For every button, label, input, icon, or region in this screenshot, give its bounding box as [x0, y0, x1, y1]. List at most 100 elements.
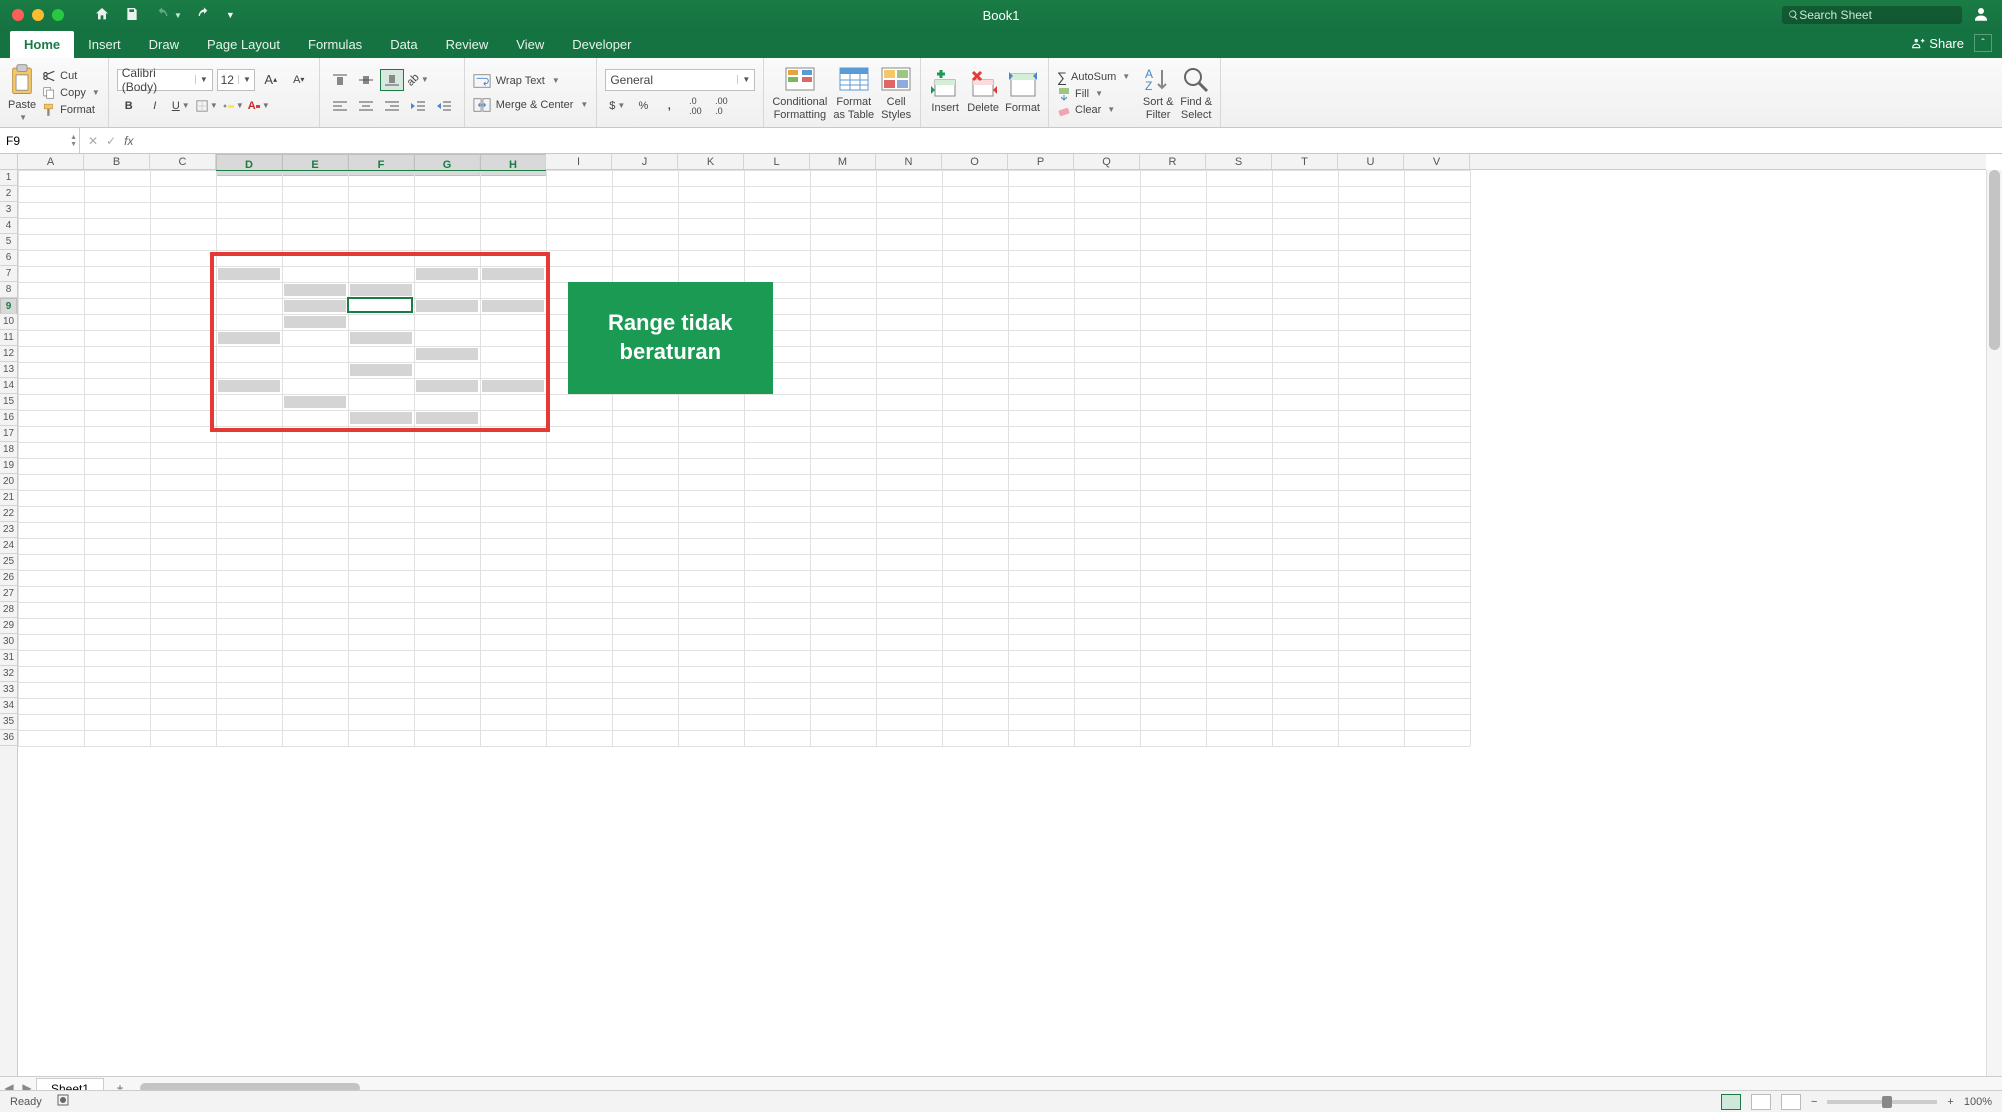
- zoom-slider[interactable]: [1827, 1100, 1937, 1104]
- bold-button[interactable]: B: [117, 95, 141, 117]
- tab-draw[interactable]: Draw: [135, 31, 193, 58]
- paste-label[interactable]: Paste: [8, 99, 36, 111]
- zoom-in-button[interactable]: +: [1947, 1096, 1953, 1108]
- page-break-view-button[interactable]: [1781, 1094, 1801, 1110]
- cancel-formula-icon[interactable]: ✕: [88, 134, 98, 148]
- undo-dropdown-icon[interactable]: ▼: [174, 11, 182, 20]
- tab-developer[interactable]: Developer: [558, 31, 645, 58]
- share-button[interactable]: Share: [1911, 36, 1964, 51]
- home-icon[interactable]: [94, 6, 110, 25]
- row-header-6[interactable]: 6: [0, 250, 17, 266]
- row-header-2[interactable]: 2: [0, 186, 17, 202]
- row-header-28[interactable]: 28: [0, 602, 17, 618]
- row-header-3[interactable]: 3: [0, 202, 17, 218]
- row-header-27[interactable]: 27: [0, 586, 17, 602]
- undo-icon[interactable]: [154, 6, 170, 25]
- comma-button[interactable]: ,: [657, 95, 681, 117]
- row-header-5[interactable]: 5: [0, 234, 17, 250]
- shaded-cell[interactable]: [350, 284, 412, 296]
- insert-cells-button[interactable]: Insert: [929, 70, 961, 114]
- row-header-8[interactable]: 8: [0, 282, 17, 298]
- decrease-indent-button[interactable]: [406, 95, 430, 117]
- col-header-U[interactable]: U: [1338, 154, 1404, 169]
- shaded-cell[interactable]: [416, 300, 478, 312]
- cut-button[interactable]: Cut: [42, 69, 100, 83]
- maximize-window-button[interactable]: [52, 9, 64, 21]
- shaded-cell[interactable]: [218, 268, 280, 280]
- shaded-cell[interactable]: [284, 284, 346, 296]
- row-header-7[interactable]: 7: [0, 266, 17, 282]
- increase-indent-button[interactable]: [432, 95, 456, 117]
- conditional-formatting-button[interactable]: Conditional Formatting: [772, 64, 827, 120]
- row-header-30[interactable]: 30: [0, 634, 17, 650]
- paste-icon[interactable]: [8, 63, 36, 97]
- row-header-10[interactable]: 10: [0, 314, 17, 330]
- vertical-scroll-thumb[interactable]: [1989, 170, 2000, 350]
- fx-icon[interactable]: fx: [124, 134, 133, 148]
- col-header-J[interactable]: J: [612, 154, 678, 169]
- font-color-button[interactable]: A▼: [247, 95, 271, 117]
- row-header-18[interactable]: 18: [0, 442, 17, 458]
- font-name-select[interactable]: Calibri (Body)▼: [117, 69, 213, 91]
- page-layout-view-button[interactable]: [1751, 1094, 1771, 1110]
- spreadsheet-grid[interactable]: ABCDEFGHIJKLMNOPQRSTUV 12345678910111213…: [0, 154, 2002, 1082]
- shaded-cell[interactable]: [284, 300, 346, 312]
- clear-button[interactable]: Clear▼: [1057, 103, 1130, 117]
- row-header-9[interactable]: 9: [0, 298, 17, 314]
- sort-filter-button[interactable]: AZ Sort & Filter: [1142, 64, 1174, 120]
- tab-data[interactable]: Data: [376, 31, 431, 58]
- row-header-25[interactable]: 25: [0, 554, 17, 570]
- decrease-decimal-button[interactable]: .00.0: [709, 95, 733, 117]
- shaded-cell[interactable]: [416, 380, 478, 392]
- col-header-O[interactable]: O: [942, 154, 1008, 169]
- shaded-cell[interactable]: [482, 268, 544, 280]
- col-header-L[interactable]: L: [744, 154, 810, 169]
- redo-icon[interactable]: [196, 6, 212, 25]
- underline-button[interactable]: U▼: [169, 95, 193, 117]
- shaded-cell[interactable]: [482, 380, 544, 392]
- format-painter-button[interactable]: Format: [42, 103, 100, 117]
- cells-area[interactable]: Range tidakberaturan: [18, 170, 1986, 1082]
- row-header-17[interactable]: 17: [0, 426, 17, 442]
- shaded-cell[interactable]: [416, 412, 478, 424]
- number-format-select[interactable]: General▼: [605, 69, 755, 91]
- row-header-23[interactable]: 23: [0, 522, 17, 538]
- save-icon[interactable]: [124, 6, 140, 25]
- merge-center-button[interactable]: Merge & Center▼: [473, 95, 589, 115]
- shaded-cell[interactable]: [284, 396, 346, 408]
- row-header-11[interactable]: 11: [0, 330, 17, 346]
- row-header-4[interactable]: 4: [0, 218, 17, 234]
- tab-page-layout[interactable]: Page Layout: [193, 31, 294, 58]
- tab-view[interactable]: View: [502, 31, 558, 58]
- copy-button[interactable]: Copy▼: [42, 86, 100, 100]
- macro-record-icon[interactable]: [56, 1093, 70, 1110]
- format-as-table-button[interactable]: Format as Table: [833, 64, 874, 120]
- shaded-cell[interactable]: [416, 268, 478, 280]
- tab-review[interactable]: Review: [432, 31, 503, 58]
- col-header-I[interactable]: I: [546, 154, 612, 169]
- row-header-16[interactable]: 16: [0, 410, 17, 426]
- customize-qat-icon[interactable]: ▼: [226, 10, 235, 20]
- increase-font-button[interactable]: A▴: [259, 69, 283, 91]
- user-icon[interactable]: [1972, 5, 1990, 26]
- col-header-B[interactable]: B: [84, 154, 150, 169]
- delete-cells-button[interactable]: Delete: [967, 70, 999, 114]
- align-top-button[interactable]: [328, 69, 352, 91]
- formula-input[interactable]: [141, 128, 2002, 153]
- col-header-K[interactable]: K: [678, 154, 744, 169]
- row-header-20[interactable]: 20: [0, 474, 17, 490]
- cell-styles-button[interactable]: Cell Styles: [880, 64, 912, 120]
- vertical-scrollbar[interactable]: [1986, 170, 2002, 1082]
- shaded-cell[interactable]: [218, 332, 280, 344]
- format-cells-button[interactable]: Format: [1005, 70, 1040, 114]
- row-header-13[interactable]: 13: [0, 362, 17, 378]
- align-center-button[interactable]: [354, 95, 378, 117]
- search-sheet-box[interactable]: [1782, 6, 1962, 24]
- autosum-button[interactable]: ∑AutoSum▼: [1057, 69, 1130, 85]
- normal-view-button[interactable]: [1721, 1094, 1741, 1110]
- row-header-22[interactable]: 22: [0, 506, 17, 522]
- minimize-window-button[interactable]: [32, 9, 44, 21]
- row-header-29[interactable]: 29: [0, 618, 17, 634]
- col-header-V[interactable]: V: [1404, 154, 1470, 169]
- borders-button[interactable]: ▼: [195, 95, 219, 117]
